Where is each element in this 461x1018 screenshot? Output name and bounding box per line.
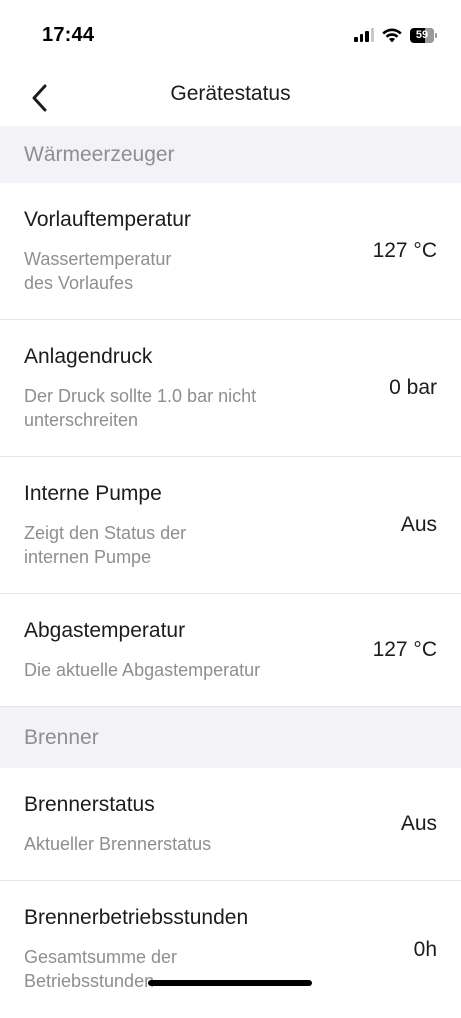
row-value: 127 °C (372, 638, 437, 661)
section-header-waermeerzeuger: Wärmeerzeuger (0, 126, 461, 183)
row-title: Abgastemperatur (24, 619, 186, 642)
list-item-brennerstatus: Brennerstatus Aktueller Brennerstatus Au… (0, 768, 461, 881)
list-item-brennerbetriebsstunden: Brennerbetriebsstunden Gesamtsumme der B… (0, 881, 461, 1018)
section-header-brenner: Brenner (0, 707, 461, 768)
row-value: 127 °C (372, 239, 437, 262)
cellular-signal-icon (354, 28, 374, 42)
page-title: Gerätestatus (170, 82, 291, 105)
row-title: Vorlauftemperatur (24, 208, 191, 231)
row-title: Interne Pumpe (24, 482, 162, 505)
navigation-bar: Gerätestatus (0, 72, 461, 126)
list-item-abgastemperatur: Abgastemperatur Die aktuelle Abgastemper… (0, 594, 461, 707)
battery-level: 59 (415, 29, 429, 41)
list-item-anlagendruck: Anlagendruck Der Druck sollte 1.0 bar ni… (0, 320, 461, 457)
row-title: Brennerstatus (24, 793, 155, 816)
status-bar: 17:44 59 (0, 0, 461, 72)
row-subtitle: Wassertemperatur des Vorlaufes (24, 249, 172, 293)
row-value: Aus (400, 513, 437, 536)
row-subtitle: Der Druck sollte 1.0 bar nicht unterschr… (24, 386, 257, 430)
row-value: Aus (400, 812, 437, 835)
list-item-interne-pumpe: Interne Pumpe Zeigt den Status der inter… (0, 457, 461, 594)
status-icons: 59 (354, 27, 437, 43)
row-title: Anlagendruck (24, 345, 153, 368)
row-subtitle: Aktueller Brennerstatus (24, 834, 212, 854)
list-item-vorlauftemperatur: Vorlauftemperatur Wassertemperatur des V… (0, 183, 461, 320)
battery-icon: 59 (410, 27, 437, 43)
status-time: 17:44 (42, 24, 95, 46)
device-status-list: Wärmeerzeuger Vorlauftemperatur Wasserte… (0, 126, 461, 1018)
row-value: 0h (413, 937, 437, 961)
row-value: 0 bar (389, 376, 437, 399)
wifi-icon (382, 28, 402, 42)
row-subtitle: Die aktuelle Abgastemperatur (24, 660, 261, 680)
row-title: Brennerbetriebsstunden (24, 906, 249, 929)
home-indicator[interactable] (148, 980, 312, 986)
row-subtitle: Zeigt den Status der internen Pumpe (24, 523, 187, 567)
